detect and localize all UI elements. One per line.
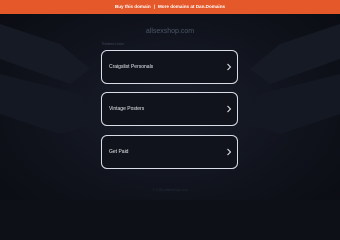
link-card-label: Get Paid <box>109 148 129 155</box>
more-domains-link[interactable]: More domains at Dan.Domains <box>158 4 225 10</box>
banner-separator: | <box>153 3 155 9</box>
parked-page: Buy this domain | More domains at Dan.Do… <box>0 0 340 200</box>
link-card-craigslist-personals[interactable]: Craigslist Personals <box>101 50 238 84</box>
chevron-right-icon <box>227 105 232 113</box>
related-links-heading: Related Links <box>102 42 124 46</box>
buy-domain-link[interactable]: Buy this domain <box>115 4 151 10</box>
chevron-right-icon <box>227 63 232 71</box>
footer-copyright: © 2025 allsexshop.com <box>152 188 188 192</box>
promo-banner: Buy this domain | More domains at Dan.Do… <box>0 0 340 14</box>
link-card-vintage-posters[interactable]: Vintage Posters <box>101 92 238 126</box>
chevron-right-icon <box>227 148 232 156</box>
link-card-get-paid[interactable]: Get Paid <box>101 135 238 169</box>
domain-title: allsexshop.com <box>145 28 195 35</box>
link-card-label: Vintage Posters <box>109 105 145 112</box>
link-card-label: Craigslist Personals <box>109 63 154 70</box>
